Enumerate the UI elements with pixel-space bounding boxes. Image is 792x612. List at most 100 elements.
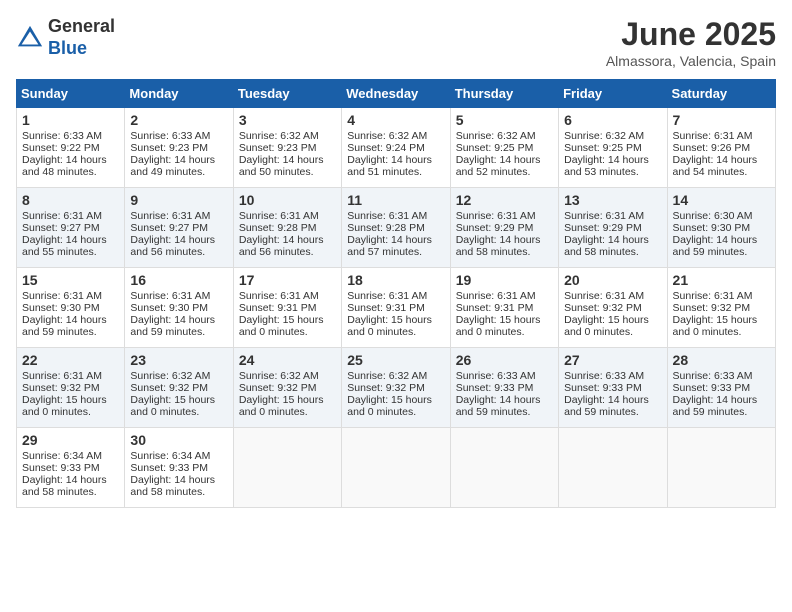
day-number: 20 bbox=[564, 272, 661, 288]
day-9: 9 Sunrise: 6:31 AM Sunset: 9:27 PM Dayli… bbox=[125, 188, 233, 268]
daylight: Daylight: 15 hours and 0 minutes. bbox=[130, 394, 215, 418]
daylight: Daylight: 14 hours and 59 minutes. bbox=[673, 394, 758, 418]
day-number: 12 bbox=[456, 192, 553, 208]
day-number: 11 bbox=[347, 192, 444, 208]
daylight: Daylight: 15 hours and 0 minutes. bbox=[564, 314, 649, 338]
sunrise: Sunrise: 6:32 AM bbox=[347, 370, 427, 382]
day-2: 2 Sunrise: 6:33 AM Sunset: 9:23 PM Dayli… bbox=[125, 108, 233, 188]
day-number: 21 bbox=[673, 272, 770, 288]
day-19: 19 Sunrise: 6:31 AM Sunset: 9:31 PM Dayl… bbox=[450, 268, 558, 348]
sunrise: Sunrise: 6:31 AM bbox=[564, 290, 644, 302]
sunrise: Sunrise: 6:31 AM bbox=[22, 210, 102, 222]
daylight: Daylight: 14 hours and 49 minutes. bbox=[130, 154, 215, 178]
sunset: Sunset: 9:30 PM bbox=[22, 302, 100, 314]
sunrise: Sunrise: 6:33 AM bbox=[673, 370, 753, 382]
sunset: Sunset: 9:33 PM bbox=[673, 382, 751, 394]
daylight: Daylight: 14 hours and 55 minutes. bbox=[22, 234, 107, 258]
daylight: Daylight: 14 hours and 51 minutes. bbox=[347, 154, 432, 178]
sunrise: Sunrise: 6:33 AM bbox=[130, 130, 210, 142]
empty-cell bbox=[667, 428, 775, 508]
sunrise: Sunrise: 6:31 AM bbox=[347, 290, 427, 302]
col-monday: Monday bbox=[125, 80, 233, 108]
daylight: Daylight: 15 hours and 0 minutes. bbox=[22, 394, 107, 418]
daylight: Daylight: 14 hours and 57 minutes. bbox=[347, 234, 432, 258]
daylight: Daylight: 14 hours and 59 minutes. bbox=[673, 234, 758, 258]
day-number: 28 bbox=[673, 352, 770, 368]
sunrise: Sunrise: 6:32 AM bbox=[347, 130, 427, 142]
sunrise: Sunrise: 6:30 AM bbox=[673, 210, 753, 222]
sunset: Sunset: 9:33 PM bbox=[130, 462, 208, 474]
day-number: 24 bbox=[239, 352, 336, 368]
day-number: 9 bbox=[130, 192, 227, 208]
sunrise: Sunrise: 6:33 AM bbox=[456, 370, 536, 382]
day-4: 4 Sunrise: 6:32 AM Sunset: 9:24 PM Dayli… bbox=[342, 108, 450, 188]
daylight: Daylight: 14 hours and 58 minutes. bbox=[456, 234, 541, 258]
daylight: Daylight: 14 hours and 59 minutes. bbox=[130, 314, 215, 338]
sunrise: Sunrise: 6:32 AM bbox=[456, 130, 536, 142]
sunrise: Sunrise: 6:31 AM bbox=[564, 210, 644, 222]
day-number: 29 bbox=[22, 432, 119, 448]
daylight: Daylight: 15 hours and 0 minutes. bbox=[239, 394, 324, 418]
day-15: 15 Sunrise: 6:31 AM Sunset: 9:30 PM Dayl… bbox=[17, 268, 125, 348]
sunset: Sunset: 9:26 PM bbox=[673, 142, 751, 154]
day-number: 15 bbox=[22, 272, 119, 288]
header-row: Sunday Monday Tuesday Wednesday Thursday… bbox=[17, 80, 776, 108]
day-1: 1 Sunrise: 6:33 AM Sunset: 9:22 PM Dayli… bbox=[17, 108, 125, 188]
day-number: 30 bbox=[130, 432, 227, 448]
sunset: Sunset: 9:29 PM bbox=[456, 222, 534, 234]
daylight: Daylight: 14 hours and 52 minutes. bbox=[456, 154, 541, 178]
logo-text: General Blue bbox=[48, 16, 115, 59]
day-number: 23 bbox=[130, 352, 227, 368]
daylight: Daylight: 15 hours and 0 minutes. bbox=[347, 394, 432, 418]
sunset: Sunset: 9:32 PM bbox=[347, 382, 425, 394]
day-number: 7 bbox=[673, 112, 770, 128]
day-number: 5 bbox=[456, 112, 553, 128]
daylight: Daylight: 14 hours and 58 minutes. bbox=[130, 474, 215, 498]
sunrise: Sunrise: 6:31 AM bbox=[130, 290, 210, 302]
table-row: 1 Sunrise: 6:33 AM Sunset: 9:22 PM Dayli… bbox=[17, 108, 776, 188]
day-number: 22 bbox=[22, 352, 119, 368]
daylight: Daylight: 14 hours and 50 minutes. bbox=[239, 154, 324, 178]
table-row: 15 Sunrise: 6:31 AM Sunset: 9:30 PM Dayl… bbox=[17, 268, 776, 348]
sunset: Sunset: 9:31 PM bbox=[456, 302, 534, 314]
daylight: Daylight: 14 hours and 53 minutes. bbox=[564, 154, 649, 178]
empty-cell bbox=[559, 428, 667, 508]
sunset: Sunset: 9:27 PM bbox=[130, 222, 208, 234]
daylight: Daylight: 15 hours and 0 minutes. bbox=[347, 314, 432, 338]
col-friday: Friday bbox=[559, 80, 667, 108]
daylight: Daylight: 14 hours and 56 minutes. bbox=[239, 234, 324, 258]
sunrise: Sunrise: 6:31 AM bbox=[22, 370, 102, 382]
day-3: 3 Sunrise: 6:32 AM Sunset: 9:23 PM Dayli… bbox=[233, 108, 341, 188]
day-27: 27 Sunrise: 6:33 AM Sunset: 9:33 PM Dayl… bbox=[559, 348, 667, 428]
daylight: Daylight: 14 hours and 56 minutes. bbox=[130, 234, 215, 258]
day-number: 14 bbox=[673, 192, 770, 208]
sunset: Sunset: 9:32 PM bbox=[564, 302, 642, 314]
empty-cell bbox=[233, 428, 341, 508]
day-number: 13 bbox=[564, 192, 661, 208]
daylight: Daylight: 15 hours and 0 minutes. bbox=[456, 314, 541, 338]
day-number: 2 bbox=[130, 112, 227, 128]
sunset: Sunset: 9:25 PM bbox=[564, 142, 642, 154]
col-thursday: Thursday bbox=[450, 80, 558, 108]
col-wednesday: Wednesday bbox=[342, 80, 450, 108]
day-number: 3 bbox=[239, 112, 336, 128]
logo-general: General bbox=[48, 16, 115, 36]
empty-cell bbox=[450, 428, 558, 508]
day-number: 1 bbox=[22, 112, 119, 128]
sunset: Sunset: 9:33 PM bbox=[22, 462, 100, 474]
day-5: 5 Sunrise: 6:32 AM Sunset: 9:25 PM Dayli… bbox=[450, 108, 558, 188]
day-21: 21 Sunrise: 6:31 AM Sunset: 9:32 PM Dayl… bbox=[667, 268, 775, 348]
table-row: 8 Sunrise: 6:31 AM Sunset: 9:27 PM Dayli… bbox=[17, 188, 776, 268]
day-number: 16 bbox=[130, 272, 227, 288]
sunset: Sunset: 9:29 PM bbox=[564, 222, 642, 234]
day-18: 18 Sunrise: 6:31 AM Sunset: 9:31 PM Dayl… bbox=[342, 268, 450, 348]
day-22: 22 Sunrise: 6:31 AM Sunset: 9:32 PM Dayl… bbox=[17, 348, 125, 428]
sunrise: Sunrise: 6:32 AM bbox=[130, 370, 210, 382]
sunset: Sunset: 9:22 PM bbox=[22, 142, 100, 154]
day-number: 8 bbox=[22, 192, 119, 208]
sunset: Sunset: 9:32 PM bbox=[22, 382, 100, 394]
table-row: 29 Sunrise: 6:34 AM Sunset: 9:33 PM Dayl… bbox=[17, 428, 776, 508]
day-11: 11 Sunrise: 6:31 AM Sunset: 9:28 PM Dayl… bbox=[342, 188, 450, 268]
sunrise: Sunrise: 6:31 AM bbox=[239, 290, 319, 302]
day-number: 6 bbox=[564, 112, 661, 128]
